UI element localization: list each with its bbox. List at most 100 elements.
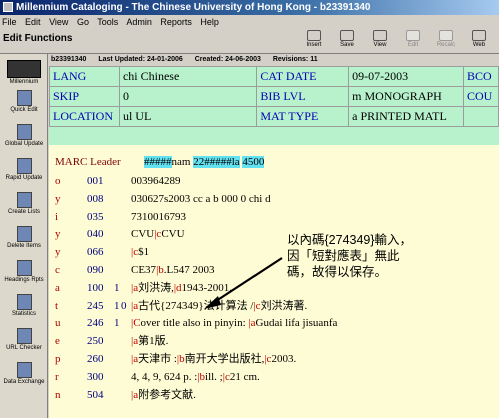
sidebar-item-delete-items[interactable]: Delete Items [0,226,48,250]
fixed-field-value[interactable]: 0 [118,86,258,107]
last-updated: Last Updated: 24-01-2006 [98,56,183,63]
sidebar-item-quick-edit[interactable]: Quick Edit [0,90,48,114]
subfield-text: 1943-2001. [181,281,232,294]
fixed-field-label [463,106,499,127]
marc-field-content[interactable]: |a天津市 :|b南开大学出版社,|c2003. [131,351,296,368]
subfield-text: 第1版. [138,335,169,348]
variable-fields-panel: MARC Leader #####nam 22#####la 4500 o 001… [49,145,499,418]
sidebar-item-label: Data Exchange [3,379,45,385]
subfield-text: CE37 [131,264,157,276]
sidebar-item-url-checker[interactable]: URL Checker [0,328,48,352]
annotation-line-1: 以內碼{274349}輸入， [287,233,413,247]
subfield-delimiter: |b [156,264,164,276]
recalc-icon [439,30,453,41]
recalc-label: Recalc [436,42,456,48]
edit-icon [406,30,420,41]
marc-field-content[interactable]: 4, 4, 9, 624 p. :|bill. ;|c21 cm. [131,369,260,386]
sidebar-item-statistics[interactable]: Statistics [0,294,48,318]
fixed-field-value[interactable]: a PRINTED MATL [348,106,465,127]
subfield-text: Gudai lifa jisuanfa [255,317,338,330]
view-button[interactable]: View [364,29,396,53]
insert-button[interactable]: Insert [298,29,330,53]
annotation-line-3: 碼，故得以保存。 [287,265,388,279]
field-indicator-code: o [55,175,61,187]
marc-field-content[interactable]: |c$1 [131,244,149,261]
sidebar-item-label: Delete Items [7,243,41,249]
quick-edit-icon [16,90,32,106]
leader-text: nam [171,156,194,168]
sidebar-item-rapid-update[interactable]: Rapid Update [0,158,48,182]
sidebar-item-data-exchange[interactable]: Data Exchange [0,362,48,386]
url-checker-icon [16,328,32,344]
menu-reports[interactable]: Reports [160,17,192,27]
fixed-field-row: SKIP 0 BIB LVL m MONOGRAPH COU [49,86,499,107]
marc-field-content[interactable]: 003964289 [131,173,181,190]
save-label: Save [340,42,354,48]
fixed-field-value[interactable]: 09-07-2003 [348,66,465,87]
indicator-1: 1 [114,317,120,330]
field-indicator-code: y [55,246,61,259]
leader-highlight: ##### [144,156,172,168]
marc-field-content[interactable]: |a附参考文献. [131,387,196,404]
app-icon [3,2,13,12]
fixed-field-value[interactable]: ul UL [118,106,258,127]
subfield-text: 附参考文献. [138,388,196,401]
field-indicator-code: c [55,264,60,276]
subfield-text: $1 [138,246,150,259]
marc-tag: 300 [87,370,104,383]
marc-field-content[interactable]: |a刘洪涛,|d1943-2001. [131,280,232,297]
fixed-field-row: LANG chi Chinese CAT DATE 09-07-2003 BCO [49,66,499,87]
web-button[interactable]: Web [463,29,495,53]
insert-icon [307,30,321,41]
marc-field-content[interactable]: CVU|cCVU [131,226,185,243]
menu-edit[interactable]: Edit [25,17,41,27]
subfield-text: 030627s2003 cc a b 000 0 chi d [131,192,271,205]
marc-leader-label: MARC Leader [55,156,121,168]
subfield-text: 刘洪涛著. [260,299,308,312]
field-indicator-code: r [55,370,59,383]
sidebar-item-global-update[interactable]: Global Update [0,124,48,148]
fixed-field-label: SKIP [49,86,120,107]
field-indicator-code: p [55,353,61,365]
recalc-button[interactable]: Recalc [430,29,462,53]
menu-tools[interactable]: Tools [97,17,118,27]
global-update-icon [16,124,32,140]
marc-tag: 260 [87,353,104,365]
window-titlebar: Millennium Cataloging - The Chinese Univ… [0,0,499,15]
subfield-text: 4, 4, 9, 624 p. : [131,370,198,383]
record-status-bar: b23391340 Last Updated: 24-01-2006 Creat… [48,54,499,66]
sidebar-brand-label: Millennium [9,79,39,85]
menu-file[interactable]: File [2,17,17,27]
edit-label: Edit [407,42,419,48]
menu-bar: File Edit View Go Tools Admin Reports He… [0,15,499,29]
subfield-delimiter: |C [131,317,141,330]
marc-leader-value[interactable]: #####nam 22#####la 4500 [144,154,265,171]
sidebar-item-label: Global Update [4,141,44,147]
marc-field-content[interactable]: |a古代{274349}法计算法 /|c刘洪涛著. [131,298,307,315]
toolbar: Edit Functions Insert Save View Edit Rec… [0,29,499,54]
fixed-field-value[interactable]: m MONOGRAPH [348,86,465,107]
marc-field-content[interactable]: CE37|b.L547 2003 [131,262,215,279]
subfield-text: ill. ; [205,370,223,383]
marc-field-content[interactable]: 030627s2003 cc a b 000 0 chi d [131,191,271,208]
menu-help[interactable]: Help [200,17,219,27]
menu-go[interactable]: Go [77,17,89,27]
sidebar-item-label: Rapid Update [5,175,43,181]
fixed-field-label: LOCATION [49,106,120,127]
marc-field-content[interactable]: 7310016793 [131,209,186,226]
field-indicator-code: u [55,317,61,330]
sidebar-item-label: URL Checker [6,345,42,351]
sidebar-item-create-lists[interactable]: Create Lists [0,192,48,216]
subfield-text: 古代{274349}法计算法 / [138,299,254,312]
menu-admin[interactable]: Admin [126,17,152,27]
sidebar-item-headings-reports[interactable]: Headings Rpts [0,260,48,284]
save-button[interactable]: Save [331,29,363,53]
sidebar-brand[interactable]: Millennium [0,60,48,86]
marc-field-content[interactable]: |Cover title also in pinyin: |aGudai lif… [131,315,337,332]
edit-button[interactable]: Edit [397,29,429,53]
fixed-field-value[interactable]: chi Chinese [118,66,258,87]
menu-view[interactable]: View [49,17,68,27]
indicator-1: 1 [114,299,120,312]
marc-field-content[interactable]: |a第1版. [131,333,168,350]
subfield-text: 7310016793 [131,210,186,223]
